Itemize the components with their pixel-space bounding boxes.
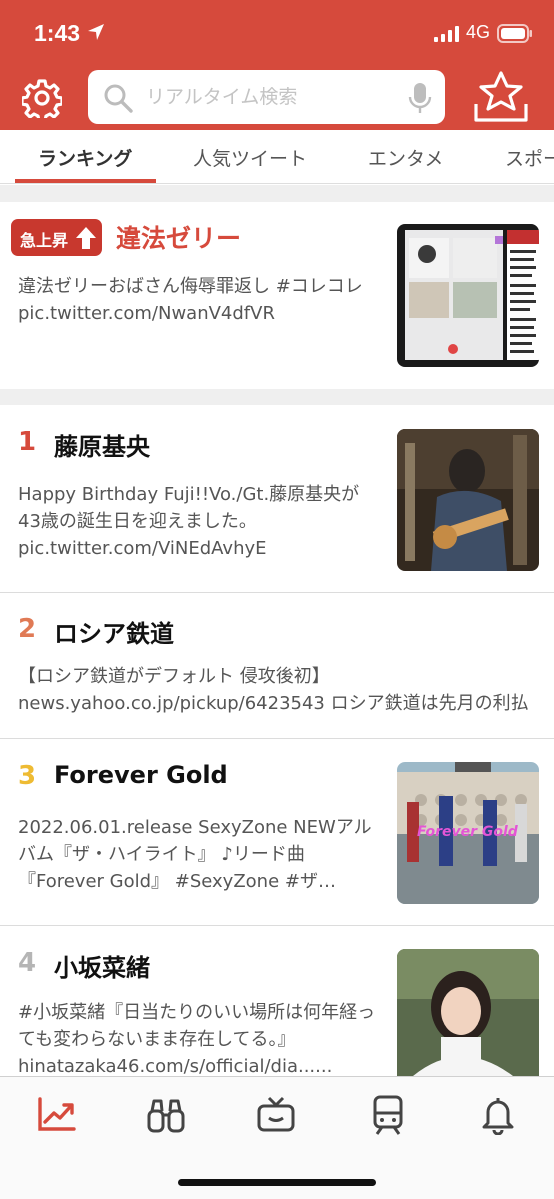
ranking-description: #小坂菜緒『日当たりのいい場所は何年経っても変わらないまま存在してる。』hina… bbox=[18, 1002, 376, 1077]
ranking-title[interactable]: 小坂菜緒 bbox=[54, 948, 150, 983]
bell-icon[interactable] bbox=[476, 1095, 520, 1135]
tab-sports[interactable]: スポー bbox=[505, 144, 554, 171]
featured-description: 違法ゼリーおばさん侮辱罪返し #コレコレ pic.twitter.com/Nwa… bbox=[18, 276, 363, 324]
microphone-icon[interactable] bbox=[408, 82, 432, 114]
trending-featured-item[interactable]: 急上昇 違法ゼリー 違法ゼリーおばさん侮辱罪返し #コレコレ pic.twitt… bbox=[0, 202, 554, 388]
ranking-description: 【ロシア鉄道がデフォルト 侵攻後初】 news.yahoo.co.jp/pick… bbox=[18, 666, 529, 714]
arrow-up-icon bbox=[76, 227, 96, 249]
ranking-thumbnail[interactable] bbox=[397, 429, 539, 571]
app-header: 1:43 4G bbox=[0, 0, 554, 130]
tab-entertainment[interactable]: エンタメ bbox=[368, 144, 443, 171]
gear-icon[interactable] bbox=[22, 78, 62, 118]
search-input[interactable] bbox=[146, 78, 396, 116]
rank-number: 2 bbox=[18, 614, 37, 644]
status-time: 1:43 bbox=[34, 20, 81, 46]
network-type: 4G bbox=[466, 22, 491, 42]
rank-number: 3 bbox=[18, 761, 37, 791]
active-tab-indicator bbox=[15, 179, 156, 183]
rank-number: 4 bbox=[18, 948, 37, 978]
signal-icon bbox=[434, 26, 459, 42]
ranking-title[interactable]: Forever Gold bbox=[54, 761, 228, 789]
section-divider bbox=[0, 185, 554, 202]
ranking-title[interactable]: ロシア鉄道 bbox=[54, 614, 174, 649]
featured-thumbnail[interactable] bbox=[397, 224, 539, 367]
tab-popular-tweets[interactable]: 人気ツイート bbox=[193, 144, 307, 171]
tab-ranking[interactable]: ランキング bbox=[38, 144, 132, 171]
trend-chart-icon[interactable] bbox=[34, 1095, 78, 1135]
star-tray-icon[interactable] bbox=[472, 70, 530, 124]
ranking-item[interactable]: 4 小坂菜緒 #小坂菜緒『日当たりのいい場所は何年経っても変わらないまま存在して… bbox=[0, 927, 554, 1077]
ranking-item[interactable]: 3 Forever Gold 2022.06.01.release SexyZo… bbox=[0, 740, 554, 926]
tv-icon[interactable] bbox=[254, 1095, 298, 1135]
ranking-thumbnail[interactable]: Forever Gold bbox=[397, 762, 539, 904]
search-bar[interactable] bbox=[88, 70, 445, 124]
battery-icon bbox=[497, 24, 532, 43]
ranking-item[interactable]: 1 藤原基央 Happy Birthday Fuji!!Vo./Gt.藤原基央が… bbox=[0, 405, 554, 593]
search-icon bbox=[104, 84, 133, 113]
ranking-description: 2022.06.01.release SexyZone NEWアルバム『ザ・ハイ… bbox=[18, 817, 372, 892]
rank-number: 1 bbox=[18, 427, 37, 457]
train-icon[interactable] bbox=[366, 1095, 410, 1135]
surge-badge: 急上昇 bbox=[11, 219, 102, 256]
ranking-description: Happy Birthday Fuji!!Vo./Gt.藤原基央が43歳の誕生日… bbox=[18, 484, 360, 559]
surge-badge-label: 急上昇 bbox=[20, 231, 69, 250]
status-bar: 1:43 4G bbox=[0, 0, 554, 66]
ranking-thumbnail[interactable] bbox=[397, 949, 539, 1076]
ranking-item[interactable]: 2 ロシア鉄道 【ロシア鉄道がデフォルト 侵攻後初】 news.yahoo.co… bbox=[0, 594, 554, 739]
featured-title[interactable]: 違法ゼリー bbox=[116, 219, 241, 255]
binoculars-icon[interactable] bbox=[144, 1095, 188, 1135]
thumbnail-overlay-text: Forever Gold bbox=[417, 824, 519, 840]
ranking-title[interactable]: 藤原基央 bbox=[54, 427, 150, 462]
location-arrow-icon bbox=[88, 24, 104, 40]
home-indicator bbox=[178, 1179, 376, 1186]
section-divider bbox=[0, 389, 554, 405]
category-tabs: ランキング 人気ツイート エンタメ スポー bbox=[0, 130, 554, 184]
